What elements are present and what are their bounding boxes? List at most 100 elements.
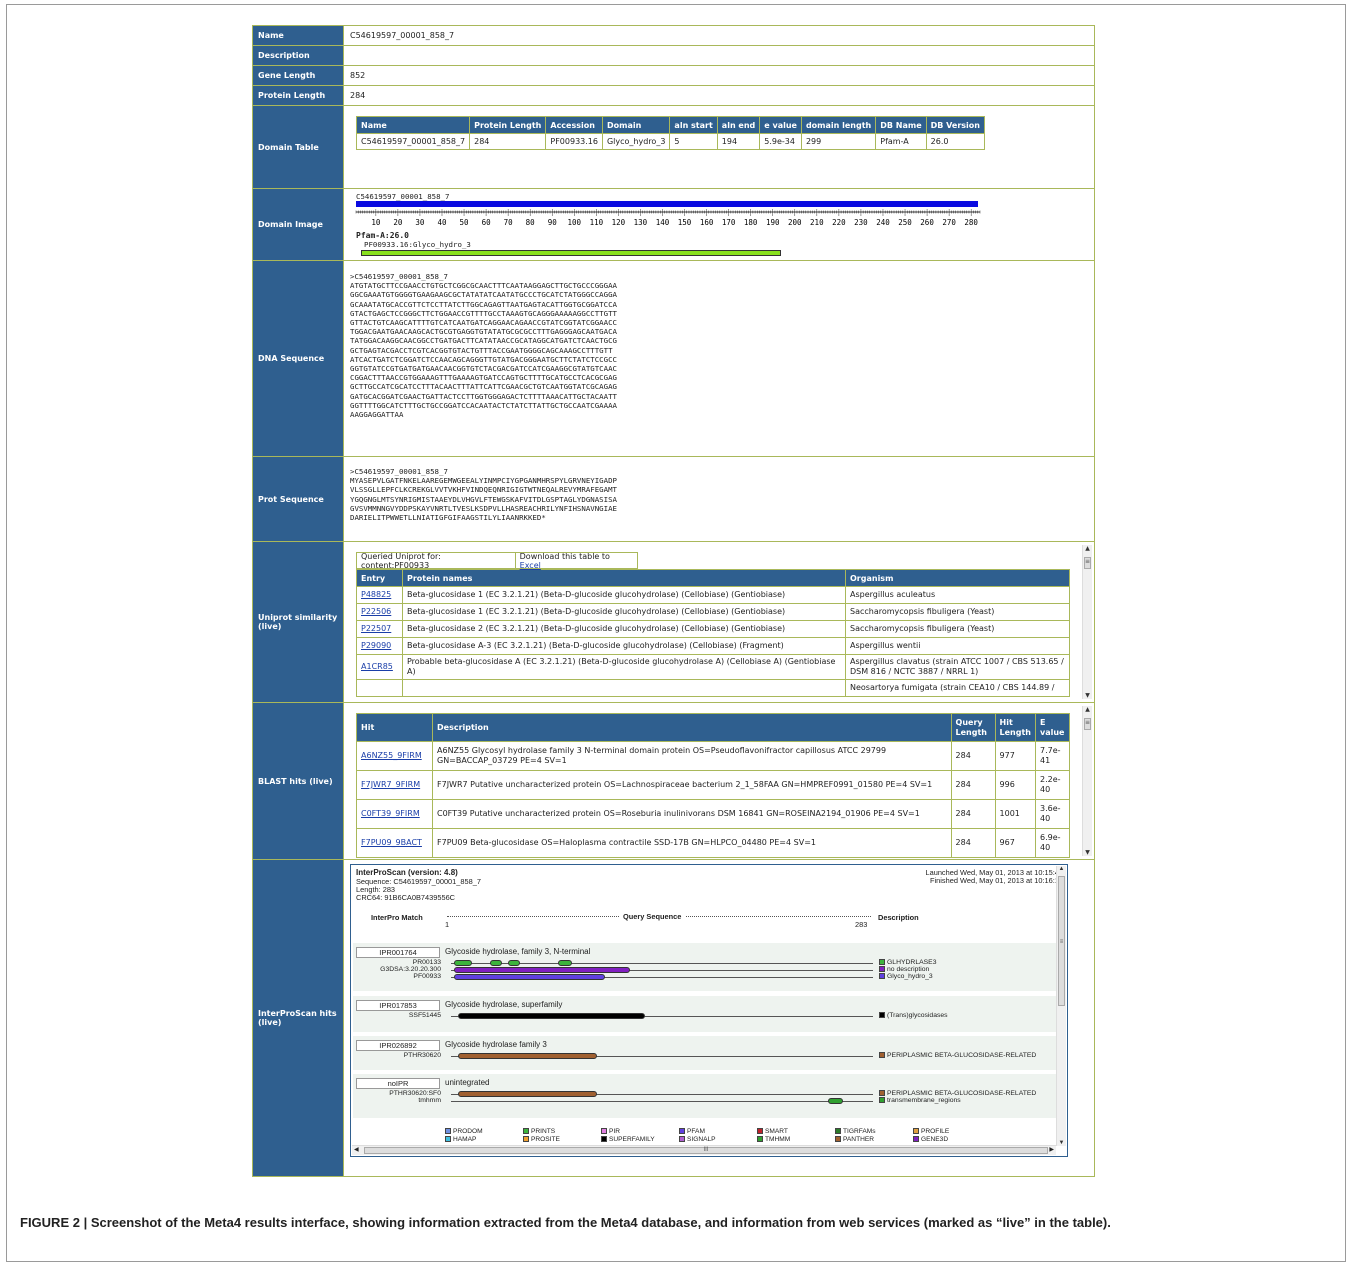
hit-value: 967	[994, 828, 1037, 858]
signature-color-icon	[879, 1090, 885, 1097]
legend-item: PFAM	[679, 1128, 705, 1135]
ruler-tick-label: 60	[482, 218, 492, 227]
scroll-thumb[interactable]: ≡	[1084, 557, 1091, 569]
interpro-group-name: Glycoside hydrolase, family 3, N-termina…	[445, 947, 591, 956]
ruler-tick-label: 10	[371, 218, 381, 227]
value-gene-length: 852	[343, 66, 1094, 85]
row-protein-length: Protein Length 284	[253, 86, 1094, 106]
domain-table-cell: 26.0	[925, 133, 985, 150]
entry-link[interactable]: P22506	[356, 603, 403, 621]
uniprot-download: Download this table to Excel	[516, 552, 637, 570]
table-row: C0FT39_9FIRM C0FT39 Putative uncharacteri…	[356, 799, 1070, 829]
interpro-id-box[interactable]: noIPR	[356, 1078, 440, 1089]
signature-color-icon	[879, 959, 885, 966]
row-uniprot: Uniprot similarity (live) Queried Unipro…	[253, 542, 1094, 703]
signature-bar[interactable]	[453, 960, 472, 966]
hit-description: C0FT39 Putative uncharacterized protein …	[432, 799, 952, 829]
ruler-tick-label: 250	[898, 218, 912, 227]
label-domain-table: Domain Table	[253, 106, 343, 188]
domain-table-cell: Name Protein Length Accession Domain aln sta…	[343, 106, 1094, 188]
interpro-id-box[interactable]: IPR026892	[356, 1040, 440, 1051]
label-dna-sequence: DNA Sequence	[253, 261, 343, 456]
scroll-down-icon[interactable]: ▼	[1057, 1140, 1066, 1146]
protein-name: Beta-glucosidase 2 (EC 3.2.1.21) (Beta-D…	[402, 620, 846, 638]
legend-color-icon	[601, 1136, 607, 1143]
legend-label: SMART	[765, 1128, 788, 1135]
hscroll-thumb[interactable]: III	[364, 1147, 1048, 1154]
blast-scrollbar[interactable]: ▲ ≡ ▼	[1082, 706, 1092, 856]
hit-link[interactable]: F7PU09_9BACT	[356, 828, 433, 858]
signature-bar[interactable]	[489, 960, 502, 966]
legend-label: HAMAP	[453, 1136, 477, 1143]
signature-bar[interactable]	[558, 960, 572, 966]
hit-link[interactable]: F7JWR7_9FIRM	[356, 770, 433, 800]
interpro-id-box[interactable]: IPR001764	[356, 947, 440, 958]
legend-label: SUPERFAMILY	[609, 1136, 655, 1143]
scroll-up-icon[interactable]: ▲	[1057, 866, 1066, 872]
scroll-down-icon[interactable]: ▼	[1083, 692, 1092, 699]
scroll-up-icon[interactable]: ▲	[1083, 706, 1092, 713]
signature-description-text: Glyco_hydro_3	[887, 973, 933, 980]
entry-link[interactable]: A1CR85	[356, 654, 403, 680]
domain-table-header: DB Name	[875, 116, 927, 134]
signature-bar[interactable]	[458, 1091, 598, 1097]
signature-label: PF00933	[413, 973, 441, 980]
ruler-tick-label: 230	[854, 218, 868, 227]
row-interpro: InterProScan hits (live) InterProScan (v…	[253, 860, 1094, 1176]
entry-link[interactable]	[356, 679, 403, 697]
table-row: F7PU09_9BACT F7PU09 Beta-glucosidase OS=H…	[356, 828, 1070, 858]
scroll-down-icon[interactable]: ▼	[1083, 849, 1092, 856]
signature-bar[interactable]	[453, 974, 605, 980]
signature-track	[451, 1101, 873, 1102]
interpro-group: IPR017853 Glycoside hydrolase, superfamil…	[353, 996, 1063, 1032]
uniprot-scrollbar[interactable]: ▲ ≡ ▼	[1082, 545, 1092, 699]
hit-link[interactable]: C0FT39_9FIRM	[356, 799, 433, 829]
interpro-vscrollbar[interactable]: ▲ ≡ ▼	[1056, 866, 1066, 1146]
entry-link[interactable]: P22507	[356, 620, 403, 638]
table-row: P22506 Beta-glucosidase 1 (EC 3.2.1.21) (…	[356, 603, 1070, 621]
ruler-tick-label: 170	[722, 218, 736, 227]
uniprot-header: Entry	[356, 569, 403, 587]
ruler-tick-label: 150	[678, 218, 692, 227]
protein-name: Beta-glucosidase 1 (EC 3.2.1.21) (Beta-D…	[402, 586, 846, 604]
uniprot-toolbar: Queried Uniprot for: content:PF00933 Dow…	[356, 552, 638, 570]
hit-description: F7JWR7 Putative uncharacterized protein …	[432, 770, 952, 800]
scroll-right-icon[interactable]: ▶	[1049, 1146, 1054, 1155]
uniprot-header: Organism	[845, 569, 1070, 587]
protein-name: Beta-glucosidase A-3 (EC 3.2.1.21) (Beta…	[402, 637, 846, 655]
ruler-tick-label: 210	[810, 218, 824, 227]
signature-bar[interactable]	[458, 1053, 598, 1059]
domain-bar[interactable]	[361, 250, 781, 256]
scroll-thumb[interactable]: ≡	[1058, 876, 1065, 1006]
ruler-tick-label: 130	[634, 218, 648, 227]
domain-table-cell: Glyco_hydro_3	[601, 133, 671, 150]
hit-link[interactable]: A6NZ55_9FIRM	[356, 741, 433, 771]
figure-caption: FIGURE 2 | Screenshot of the Meta4 resul…	[20, 1215, 1111, 1230]
ruler-tick-label: 90	[548, 218, 558, 227]
entry-link[interactable]: P48825	[356, 586, 403, 604]
entry-link[interactable]: P29090	[356, 637, 403, 655]
signature-description-text: transmembrane_regions	[887, 1097, 961, 1104]
interpro-finished: Finished Wed, May 01, 2013 at 10:16:19	[930, 876, 1063, 885]
interpro-hscrollbar[interactable]: ◀ III ▶	[352, 1145, 1056, 1155]
scroll-up-icon[interactable]: ▲	[1083, 545, 1092, 552]
legend-color-icon	[757, 1136, 763, 1143]
col-interpro-match: InterPro Match	[371, 913, 423, 922]
signature-bar[interactable]	[458, 1013, 645, 1019]
scroll-left-icon[interactable]: ◀	[354, 1146, 359, 1155]
scroll-thumb[interactable]: ≡	[1084, 718, 1091, 730]
domain-table-header: DB Version	[925, 116, 985, 134]
ruler-tick-label: 80	[526, 218, 536, 227]
ruler-tick-label: 280	[964, 218, 978, 227]
signature-label: tmhmm	[418, 1097, 441, 1104]
signature-bar[interactable]	[507, 960, 520, 966]
ruler-tick-label: 140	[656, 218, 670, 227]
signature-color-icon	[879, 1012, 885, 1019]
interpro-id-box[interactable]: IPR017853	[356, 1000, 440, 1011]
excel-link[interactable]: Excel	[520, 561, 541, 570]
signature-bar[interactable]	[828, 1098, 844, 1104]
interpro-group-name: Glycoside hydrolase family 3	[445, 1040, 547, 1049]
domain-table-cell: Pfam-A	[875, 133, 927, 150]
signature-bar[interactable]	[453, 967, 630, 973]
signature-description-text: GLHYDRLASE3	[887, 959, 937, 966]
